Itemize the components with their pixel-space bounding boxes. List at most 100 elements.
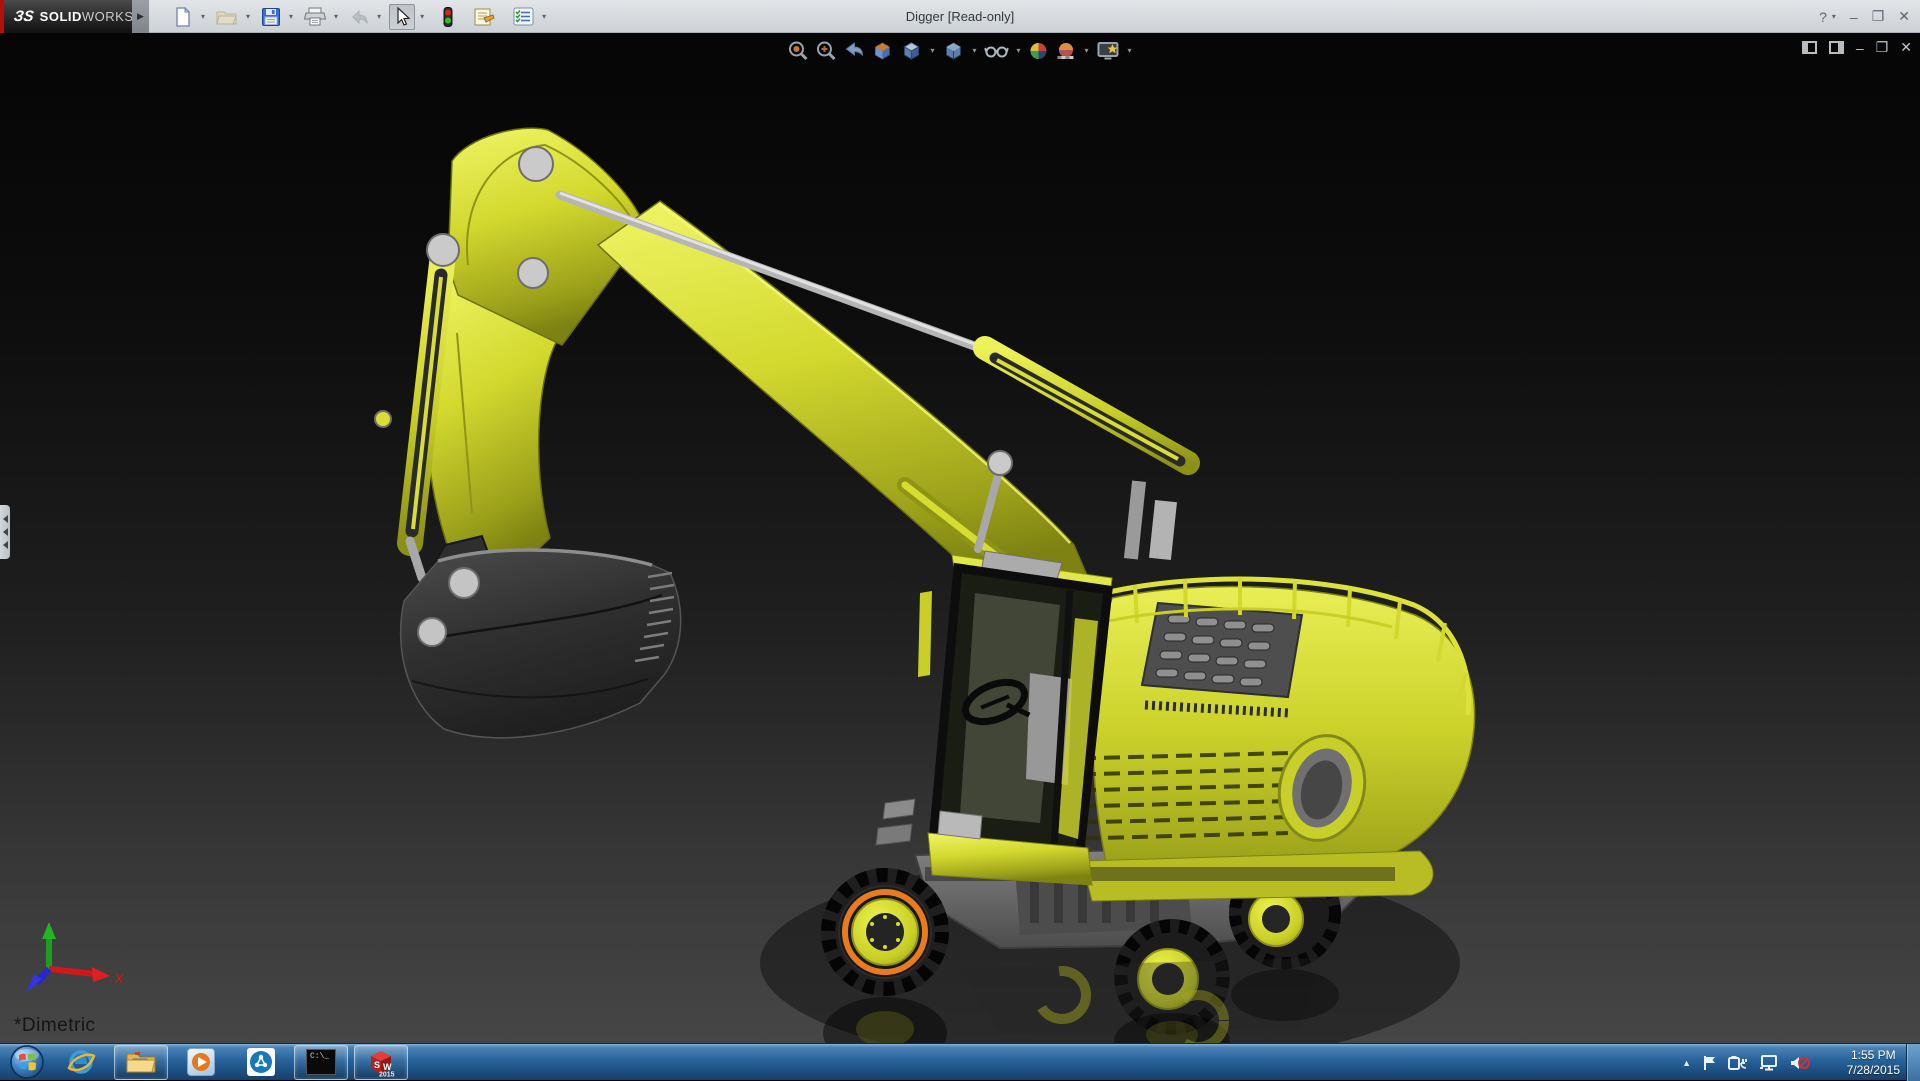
taskbar-item-command-prompt[interactable]: C:\_ <box>294 1045 348 1080</box>
previous-view-button[interactable] <box>842 40 865 61</box>
close-button[interactable]: ✕ <box>1898 8 1910 25</box>
taskbar-item-windows-explorer[interactable] <box>114 1045 168 1080</box>
start-button[interactable] <box>6 1044 48 1080</box>
options-button[interactable] <box>510 4 537 30</box>
bucket-pin-upper[interactable] <box>449 568 479 598</box>
rebuild-button[interactable] <box>440 4 456 30</box>
main-toolbar: ▾ ▾ ▾ ▾ ▾ ▾ ▾ <box>170 0 550 33</box>
show-desktop-button[interactable] <box>1906 1044 1920 1081</box>
view-settings-button[interactable] <box>1096 40 1121 62</box>
volume-muted-icon[interactable] <box>1790 1055 1810 1071</box>
taskbar-clock[interactable]: 1:55 PM 7/28/2015 <box>1847 1044 1900 1081</box>
stick-pin <box>375 411 391 427</box>
eyeglasses-icon <box>984 43 1008 59</box>
view-settings-caret[interactable]: ▾ <box>1128 46 1132 55</box>
exhaust-guard <box>1149 500 1177 560</box>
windows-start-icon <box>9 1044 45 1080</box>
traffic-light-icon <box>443 7 453 27</box>
link-pin[interactable] <box>518 258 548 288</box>
open-caret[interactable]: ▾ <box>245 12 254 21</box>
cmd-prompt-text: C:\_ <box>310 1052 329 1061</box>
network-display-icon[interactable] <box>1759 1055 1779 1071</box>
display-style-caret[interactable]: ▾ <box>972 46 976 55</box>
taskbar: C:\_ S W 2015 ▲ 1:55 PM 7/28/2015 <box>0 1043 1920 1080</box>
new-document-button[interactable] <box>170 4 196 30</box>
file-properties-button[interactable] <box>470 4 498 30</box>
view-orientation-button[interactable] <box>899 39 923 62</box>
open-document-button[interactable] <box>213 4 241 30</box>
minimize-button[interactable]: – <box>1850 9 1858 25</box>
view-settings-icon <box>1097 41 1120 61</box>
options-caret[interactable]: ▾ <box>541 12 550 21</box>
cylinder-pin[interactable] <box>427 234 459 266</box>
boom-foot-pin[interactable] <box>988 451 1012 475</box>
cab-pillar <box>918 591 932 677</box>
cab-step-panel <box>938 811 982 839</box>
zoom-to-fit-icon <box>787 40 808 61</box>
file-properties-icon <box>473 7 495 27</box>
menu-flyout-arrow[interactable]: ▶ <box>132 0 149 33</box>
doc-minimize-button[interactable]: – <box>1856 40 1864 56</box>
apply-scene-caret[interactable]: ▾ <box>1085 46 1089 55</box>
step-upper <box>883 799 915 819</box>
undo-button[interactable] <box>346 4 372 30</box>
apply-scene-button[interactable] <box>1055 40 1078 62</box>
clock-date: 7/28/2015 <box>1847 1063 1900 1078</box>
feature-pane-toggle-right-icon[interactable] <box>1829 41 1844 54</box>
action-center-flag-icon[interactable] <box>1702 1055 1717 1071</box>
save-button[interactable] <box>258 4 284 30</box>
section-view-button[interactable] <box>870 39 894 62</box>
bucket[interactable] <box>401 550 681 738</box>
excavator-3d-model[interactable]: x <box>0 33 1920 1043</box>
ds-logo-mark: ЗS <box>13 8 35 25</box>
print-icon <box>304 7 326 26</box>
orientation-triad: x <box>26 922 124 993</box>
taskbar-item-network-hub-app[interactable] <box>234 1045 288 1080</box>
boom-cylinder-stripe <box>997 360 1178 459</box>
zoom-to-fit-button[interactable] <box>786 39 809 62</box>
taskbar-item-internet-explorer[interactable] <box>54 1045 108 1080</box>
power-plug-icon[interactable] <box>1728 1055 1748 1071</box>
taskbar-item-solidworks-2015[interactable]: S W 2015 <box>354 1045 408 1080</box>
print-button[interactable] <box>301 4 329 30</box>
clock-time: 1:55 PM <box>1851 1048 1896 1063</box>
new-caret[interactable]: ▾ <box>200 12 209 21</box>
select-arrow-button[interactable] <box>389 4 415 30</box>
hide-show-caret[interactable]: ▾ <box>1016 46 1020 55</box>
view-orientation-icon <box>900 40 922 61</box>
help-caret[interactable]: ▾ <box>1832 12 1836 21</box>
options-icon <box>513 7 534 26</box>
bucket-pin-lower[interactable] <box>418 618 446 646</box>
solidworks-2015-icon: S W 2015 <box>366 1047 396 1077</box>
exhaust-pipe <box>1124 480 1146 559</box>
undo-icon <box>349 8 369 26</box>
hide-show-items-button[interactable] <box>983 42 1009 60</box>
solidworks-logo: ЗS SOLIDWORKS <box>4 0 132 33</box>
feature-tree-splitter[interactable] <box>0 505 10 559</box>
edit-appearance-button[interactable] <box>1028 40 1050 62</box>
doc-close-button[interactable]: ✕ <box>1900 39 1912 56</box>
internet-explorer-icon <box>66 1047 96 1077</box>
heads-up-view-toolbar: ▾ ▾ ▾ ▾ ▾ <box>786 39 1133 62</box>
display-style-button[interactable] <box>941 39 965 62</box>
restore-button[interactable]: ❐ <box>1872 8 1885 25</box>
print-caret[interactable]: ▾ <box>333 12 342 21</box>
zoom-to-area-button[interactable] <box>814 39 837 62</box>
front-left-wheel[interactable] <box>821 868 949 996</box>
doc-restore-button[interactable]: ❐ <box>1876 39 1889 56</box>
flyout-arrow-icon: ▶ <box>137 11 144 22</box>
show-hidden-icons-button[interactable]: ▲ <box>1682 1058 1691 1068</box>
sw-letter-w: W <box>383 1062 392 1072</box>
view-orientation-caret[interactable]: ▾ <box>930 46 934 55</box>
appearance-sphere-icon <box>1029 41 1049 61</box>
undo-caret[interactable]: ▾ <box>376 12 385 21</box>
window-controls: ? ▾ – ❐ ✕ <box>1819 0 1910 33</box>
graphics-viewport[interactable]: x ▾ ▾ ▾ ▾ ▾ <box>0 33 1920 1043</box>
apex-pin[interactable] <box>519 147 553 181</box>
save-caret[interactable]: ▾ <box>288 12 297 21</box>
taskbar-item-media-player[interactable] <box>174 1045 228 1080</box>
help-button[interactable]: ? <box>1819 9 1827 25</box>
system-tray: ▲ <box>1682 1044 1810 1081</box>
select-caret[interactable]: ▾ <box>419 12 428 21</box>
feature-pane-toggle-left-icon[interactable] <box>1802 41 1817 54</box>
